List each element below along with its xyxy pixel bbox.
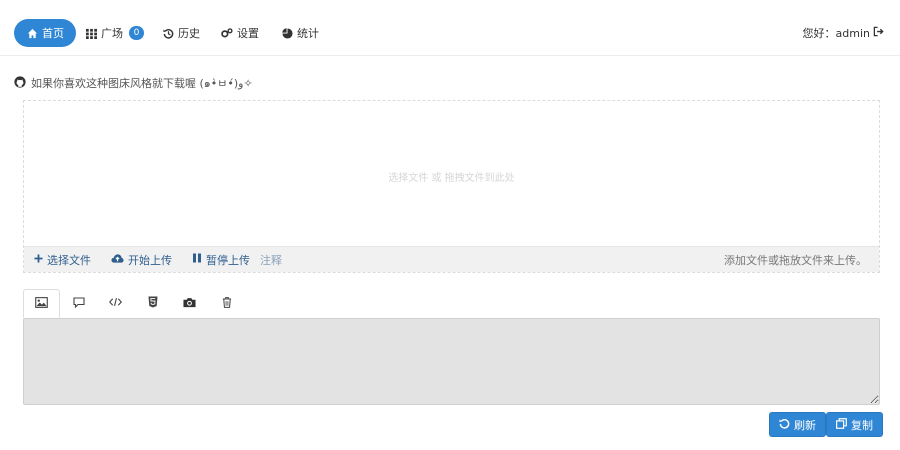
copy-label: 复制 bbox=[851, 418, 873, 432]
tab-image[interactable] bbox=[23, 289, 60, 318]
nav-square[interactable]: 广场 0 bbox=[85, 19, 144, 47]
image-icon bbox=[35, 296, 48, 311]
pause-upload-label: 暂停上传 bbox=[206, 253, 250, 267]
output-tabs bbox=[23, 289, 245, 319]
choose-files-label: 选择文件 bbox=[47, 253, 91, 267]
nav-home-label: 首页 bbox=[42, 27, 64, 40]
github-icon[interactable] bbox=[14, 75, 26, 91]
nav-home[interactable]: 首页 bbox=[14, 19, 76, 47]
nav-settings-label: 设置 bbox=[237, 27, 259, 40]
start-upload-label: 开始上传 bbox=[128, 253, 172, 267]
top-navbar: 首页 广场 0 历史 设置 统计 您好：admin bbox=[0, 0, 900, 56]
tab-comment[interactable] bbox=[60, 289, 97, 318]
copy-button[interactable]: 复制 bbox=[826, 412, 883, 437]
upload-hint-right: 添加文件或拖放文件来上传。 bbox=[724, 253, 867, 267]
nav-square-label: 广场 bbox=[101, 27, 123, 40]
grid-icon bbox=[85, 27, 97, 39]
pause-upload-button[interactable]: 暂停上传 bbox=[192, 252, 250, 268]
start-upload-button[interactable]: 开始上传 bbox=[111, 252, 172, 268]
html5-icon bbox=[148, 296, 158, 311]
plus-icon bbox=[34, 253, 43, 266]
nav-stats[interactable]: 统计 bbox=[281, 19, 319, 47]
cloud-upload-icon bbox=[111, 253, 124, 267]
nav-settings[interactable]: 设置 bbox=[221, 19, 259, 47]
output-textarea[interactable] bbox=[23, 318, 880, 405]
drop-hint: 选择文件 或 拖拽文件到此处 bbox=[388, 173, 515, 184]
comment-icon bbox=[72, 296, 85, 311]
refresh-label: 刷新 bbox=[794, 418, 816, 432]
upload-toolbar: 选择文件 开始上传 暂停上传 注释 添加文件或拖放文件来上传。 bbox=[24, 246, 879, 272]
user-area[interactable]: 您好：admin bbox=[803, 25, 884, 41]
refresh-button[interactable]: 刷新 bbox=[769, 412, 826, 437]
nav-history[interactable]: 历史 bbox=[162, 19, 200, 47]
tab-html5[interactable] bbox=[134, 289, 171, 318]
nav-stats-label: 统计 bbox=[297, 27, 319, 40]
notice-text: 如果你喜欢这种图床风格就下载喔 (๑•̀ㅂ•́)و✧ bbox=[31, 77, 253, 90]
pie-chart-icon bbox=[281, 27, 293, 39]
gears-icon bbox=[221, 27, 233, 39]
pause-icon bbox=[192, 253, 202, 266]
upload-dropzone[interactable]: 选择文件 或 拖拽文件到此处 选择文件 开始上传 暂停上传 注释 添加文件或拖放… bbox=[23, 100, 880, 273]
extra-toolbar-button[interactable]: 注释 bbox=[260, 252, 282, 268]
nav-history-label: 历史 bbox=[178, 27, 200, 40]
refresh-icon bbox=[779, 418, 790, 432]
home-icon bbox=[26, 27, 38, 39]
logout-icon[interactable] bbox=[873, 26, 884, 40]
tab-trash[interactable] bbox=[208, 289, 245, 318]
copy-icon bbox=[836, 417, 847, 432]
choose-files-button[interactable]: 选择文件 bbox=[34, 252, 91, 268]
code-icon bbox=[108, 297, 123, 310]
trash-icon bbox=[222, 296, 232, 311]
tab-camera[interactable] bbox=[171, 289, 208, 318]
square-count-badge: 0 bbox=[129, 26, 144, 40]
camera-icon bbox=[183, 297, 196, 311]
extra-toolbar-label: 注释 bbox=[260, 253, 282, 267]
download-notice: 如果你喜欢这种图床风格就下载喔 (๑•̀ㅂ•́)و✧ bbox=[14, 74, 253, 92]
user-greeting: 您好：admin bbox=[802, 27, 870, 40]
tab-code[interactable] bbox=[97, 289, 134, 318]
history-icon bbox=[162, 27, 174, 39]
